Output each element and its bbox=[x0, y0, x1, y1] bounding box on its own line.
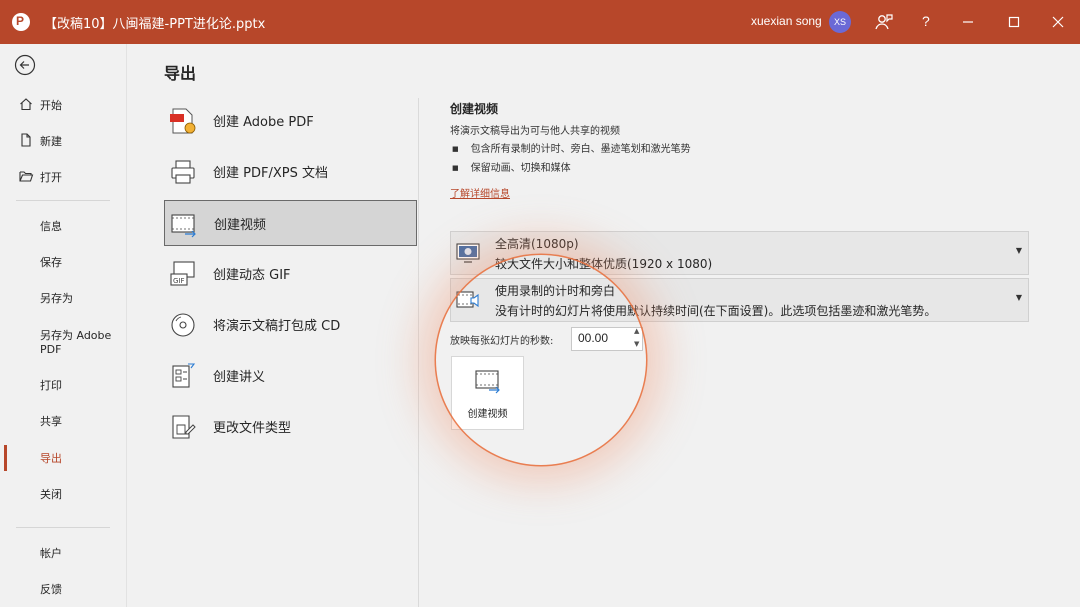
file-type-icon bbox=[168, 412, 198, 442]
export-option-animated-gif[interactable]: GIF 创建动态 GIF bbox=[164, 251, 417, 297]
export-option-label: 创建 Adobe PDF bbox=[213, 115, 314, 130]
create-video-button[interactable]: 创建视频 bbox=[451, 356, 524, 430]
handout-icon bbox=[168, 361, 198, 391]
seconds-per-slide-input[interactable]: 00.00 bbox=[571, 327, 643, 351]
coauthor-icon[interactable] bbox=[872, 10, 896, 34]
back-arrow-icon[interactable] bbox=[14, 54, 36, 76]
folder-open-icon bbox=[18, 168, 34, 184]
export-option-package-cd[interactable]: 将演示文稿打包成 CD bbox=[164, 302, 417, 348]
timing-description: 没有计时的幻灯片将使用默认持续时间(在下面设置)。此选项包括墨迹和激光笔势。 bbox=[495, 304, 937, 318]
powerpoint-logo-icon bbox=[12, 13, 30, 31]
narration-icon bbox=[455, 287, 481, 313]
gif-icon: GIF bbox=[168, 259, 198, 289]
create-video-button-label: 创建视频 bbox=[467, 409, 508, 420]
nav-divider bbox=[16, 200, 110, 201]
nav-item-label: 开始 bbox=[40, 99, 62, 112]
backstage-nav: 开始 新建 打开 信息 保存 另存为 另存为 Adobe PDF 打印 共享 导… bbox=[0, 44, 127, 607]
close-icon[interactable] bbox=[1046, 10, 1070, 34]
help-icon[interactable]: ? bbox=[922, 13, 930, 29]
nav-item-label: 共享 bbox=[40, 415, 62, 428]
chevron-down-icon: ▼ bbox=[1015, 293, 1022, 302]
svg-text:GIF: GIF bbox=[173, 277, 185, 285]
page-title: 导出 bbox=[164, 64, 197, 83]
nav-item-label: 保存 bbox=[40, 256, 62, 269]
export-option-label: 创建动态 GIF bbox=[213, 268, 291, 283]
export-option-create-video[interactable]: 创建视频 bbox=[164, 200, 417, 246]
export-option-label: 创建讲义 bbox=[213, 370, 266, 385]
detail-title: 创建视频 bbox=[450, 102, 499, 116]
minimize-icon[interactable] bbox=[956, 10, 980, 34]
nav-item-label: 导出 bbox=[40, 452, 62, 465]
spin-up-icon[interactable]: ▲ bbox=[634, 327, 639, 335]
nav-item-label: 打印 bbox=[40, 379, 62, 392]
spin-down-icon[interactable]: ▼ bbox=[634, 340, 639, 348]
home-icon bbox=[18, 96, 34, 112]
cd-icon bbox=[168, 310, 198, 340]
nav-item-label: 帐户 bbox=[40, 547, 62, 560]
nav-item-label: 另存为 Adobe PDF bbox=[40, 329, 112, 356]
chevron-down-icon: ▼ bbox=[1015, 246, 1022, 255]
nav-item-label: 另存为 bbox=[40, 292, 73, 305]
timing-selected: 使用录制的计时和旁白 bbox=[495, 284, 616, 298]
seconds-per-slide-label: 放映每张幻灯片的秒数: bbox=[450, 336, 554, 347]
nav-item-label: 打开 bbox=[40, 171, 62, 184]
export-option-adobe-pdf[interactable]: 创建 Adobe PDF bbox=[164, 98, 417, 144]
user-name[interactable]: xuexian song bbox=[751, 14, 822, 28]
export-option-label: 将演示文稿打包成 CD bbox=[213, 319, 341, 334]
export-option-label: 更改文件类型 bbox=[213, 421, 292, 436]
nav-divider bbox=[16, 527, 110, 528]
maximize-icon[interactable] bbox=[1002, 10, 1026, 34]
detail-bullet: 保留动画、切换和媒体 bbox=[452, 159, 571, 174]
document-title: 【改稿10】八闽福建-PPT进化论.pptx bbox=[44, 17, 266, 32]
video-icon bbox=[169, 209, 199, 239]
export-option-handouts[interactable]: 创建讲义 bbox=[164, 353, 417, 399]
avatar[interactable]: XS bbox=[829, 11, 851, 33]
monitor-icon bbox=[455, 240, 481, 266]
timing-dropdown[interactable]: 使用录制的计时和旁白 没有计时的幻灯片将使用默认持续时间(在下面设置)。此选项包… bbox=[450, 278, 1029, 322]
video-icon bbox=[473, 367, 503, 395]
printer-icon bbox=[168, 157, 198, 187]
export-option-label: 创建视频 bbox=[214, 218, 267, 233]
nav-item-label: 关闭 bbox=[40, 488, 62, 501]
quality-description: 较大文件大小和整体优质(1920 x 1080) bbox=[495, 257, 713, 271]
learn-more-link[interactable]: 了解详细信息 bbox=[450, 185, 510, 200]
video-quality-dropdown[interactable]: 全高清(1080p) 较大文件大小和整体优质(1920 x 1080) ▼ bbox=[450, 231, 1029, 275]
detail-bullet: 包含所有录制的计时、旁白、墨迹笔划和激光笔势 bbox=[452, 140, 691, 155]
quality-selected: 全高清(1080p) bbox=[495, 237, 579, 251]
new-document-icon bbox=[18, 132, 34, 148]
export-option-pdf-xps[interactable]: 创建 PDF/XPS 文档 bbox=[164, 149, 417, 195]
export-option-change-file-type[interactable]: 更改文件类型 bbox=[164, 404, 417, 450]
adobe-pdf-icon bbox=[168, 106, 198, 136]
nav-item-label: 新建 bbox=[40, 135, 62, 148]
title-bar: 【改稿10】八闽福建-PPT进化论.pptx xuexian song XS ? bbox=[0, 0, 1080, 44]
column-divider bbox=[418, 98, 419, 607]
detail-description: 将演示文稿导出为可与他人共享的视频 bbox=[450, 126, 620, 137]
nav-item-label: 信息 bbox=[40, 220, 62, 233]
export-option-label: 创建 PDF/XPS 文档 bbox=[213, 166, 328, 181]
nav-item-label: 反馈 bbox=[40, 583, 62, 596]
